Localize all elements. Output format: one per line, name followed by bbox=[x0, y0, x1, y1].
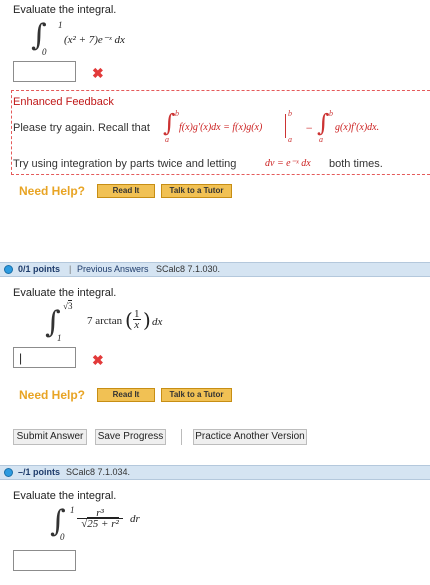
feedback-upper-b-left: b bbox=[175, 109, 179, 118]
feedback-lower-a-right: a bbox=[319, 135, 323, 144]
feedback-eval-bar bbox=[285, 114, 286, 138]
q3-status-icon bbox=[4, 468, 13, 477]
feedback-lower-a-mid: a bbox=[288, 135, 292, 144]
q1-lower-limit: 0 bbox=[42, 47, 47, 57]
q1-upper-limit: 1 bbox=[58, 20, 63, 30]
q2-separator: | bbox=[69, 264, 72, 274]
submit-answer-button[interactable]: Submit Answer bbox=[13, 429, 87, 445]
q1-read-it-button[interactable]: Read It bbox=[97, 184, 155, 198]
q3-dr: dr bbox=[130, 513, 140, 525]
feedback-formula-left: f(x)g′(x)dx = f(x)g(x) bbox=[179, 122, 263, 133]
q2-previous-answers-link[interactable]: Previous Answers bbox=[77, 264, 149, 274]
feedback-lower-a-left: a bbox=[165, 135, 169, 144]
q3-lower-limit: 0 bbox=[60, 532, 65, 542]
q2-integrand-coef: 7 arctan bbox=[87, 315, 123, 327]
feedback-upper-b-mid: b bbox=[288, 109, 292, 118]
q3-header-bar: –/1 points SCalc8 7.1.034. bbox=[0, 465, 430, 480]
q2-prompt: Evaluate the integral. bbox=[13, 287, 117, 299]
q2-need-help-label: Need Help? bbox=[19, 388, 86, 402]
button-divider bbox=[181, 429, 182, 445]
q2-points: 0/1 points bbox=[18, 264, 61, 274]
q2-frac-den: x bbox=[134, 319, 140, 331]
q2-lower-limit: 1 bbox=[57, 333, 62, 343]
q2-fraction: 1 x bbox=[133, 309, 141, 331]
feedback-upper-b-right: b bbox=[329, 109, 333, 118]
feedback-integral-sign-right: ∫ bbox=[317, 109, 330, 137]
q3-points: –/1 points bbox=[18, 467, 61, 477]
q3-upper-limit: 1 bbox=[70, 505, 75, 515]
q3-prompt: Evaluate the integral. bbox=[13, 490, 117, 502]
feedback-line2: Try using integration by parts twice and… bbox=[13, 158, 237, 170]
feedback-title: Enhanced Feedback bbox=[13, 96, 114, 108]
q3-source: SCalc8 7.1.034. bbox=[66, 467, 131, 477]
q2-upper-limit: √√33 bbox=[63, 300, 73, 311]
feedback-minus: − bbox=[305, 121, 314, 135]
q2-answer-cursor: | bbox=[19, 351, 23, 365]
save-progress-button[interactable]: Save Progress bbox=[95, 429, 166, 445]
practice-another-version-button[interactable]: Practice Another Version bbox=[193, 429, 307, 445]
feedback-integral-sign-left: ∫ bbox=[163, 109, 176, 137]
q3-answer-input[interactable] bbox=[13, 550, 76, 571]
q2-source: SCalc8 7.1.030. bbox=[156, 264, 221, 274]
feedback-formula-right: g(x)f′(x)dx. bbox=[335, 122, 380, 133]
q3-denominator-radicand: 25 + r² bbox=[87, 517, 119, 530]
feedback-line1-text: Please try again. Recall that bbox=[13, 122, 150, 134]
q2-talk-to-tutor-button[interactable]: Talk to a Tutor bbox=[161, 388, 232, 402]
q2-read-it-button[interactable]: Read It bbox=[97, 388, 155, 402]
q2-incorrect-icon: ✖ bbox=[92, 352, 104, 368]
q1-integrand: (x² + 7)e⁻ˣ dx bbox=[64, 34, 125, 46]
feedback-line2-math: dv = e⁻ˣ dx bbox=[265, 158, 311, 169]
q1-prompt: Evaluate the integral. bbox=[13, 4, 117, 16]
q2-header-bar: 0/1 points | Previous Answers SCalc8 7.1… bbox=[0, 262, 430, 277]
q2-left-paren: ( bbox=[125, 308, 133, 332]
q1-incorrect-icon: ✖ bbox=[92, 65, 104, 81]
q2-answer-input[interactable]: | bbox=[13, 347, 76, 368]
q1-enhanced-feedback: Enhanced Feedback Please try again. Reca… bbox=[11, 90, 430, 175]
q3-fraction: r³ √25 + r² bbox=[77, 508, 123, 530]
q2-right-paren: ) bbox=[143, 308, 151, 332]
q1-talk-to-tutor-button[interactable]: Talk to a Tutor bbox=[161, 184, 232, 198]
q2-status-icon bbox=[4, 265, 13, 274]
q1-need-help-label: Need Help? bbox=[19, 184, 86, 198]
feedback-line2-end: both times. bbox=[329, 158, 383, 170]
q2-dx: dx bbox=[152, 316, 163, 328]
q1-answer-input[interactable] bbox=[13, 61, 76, 82]
